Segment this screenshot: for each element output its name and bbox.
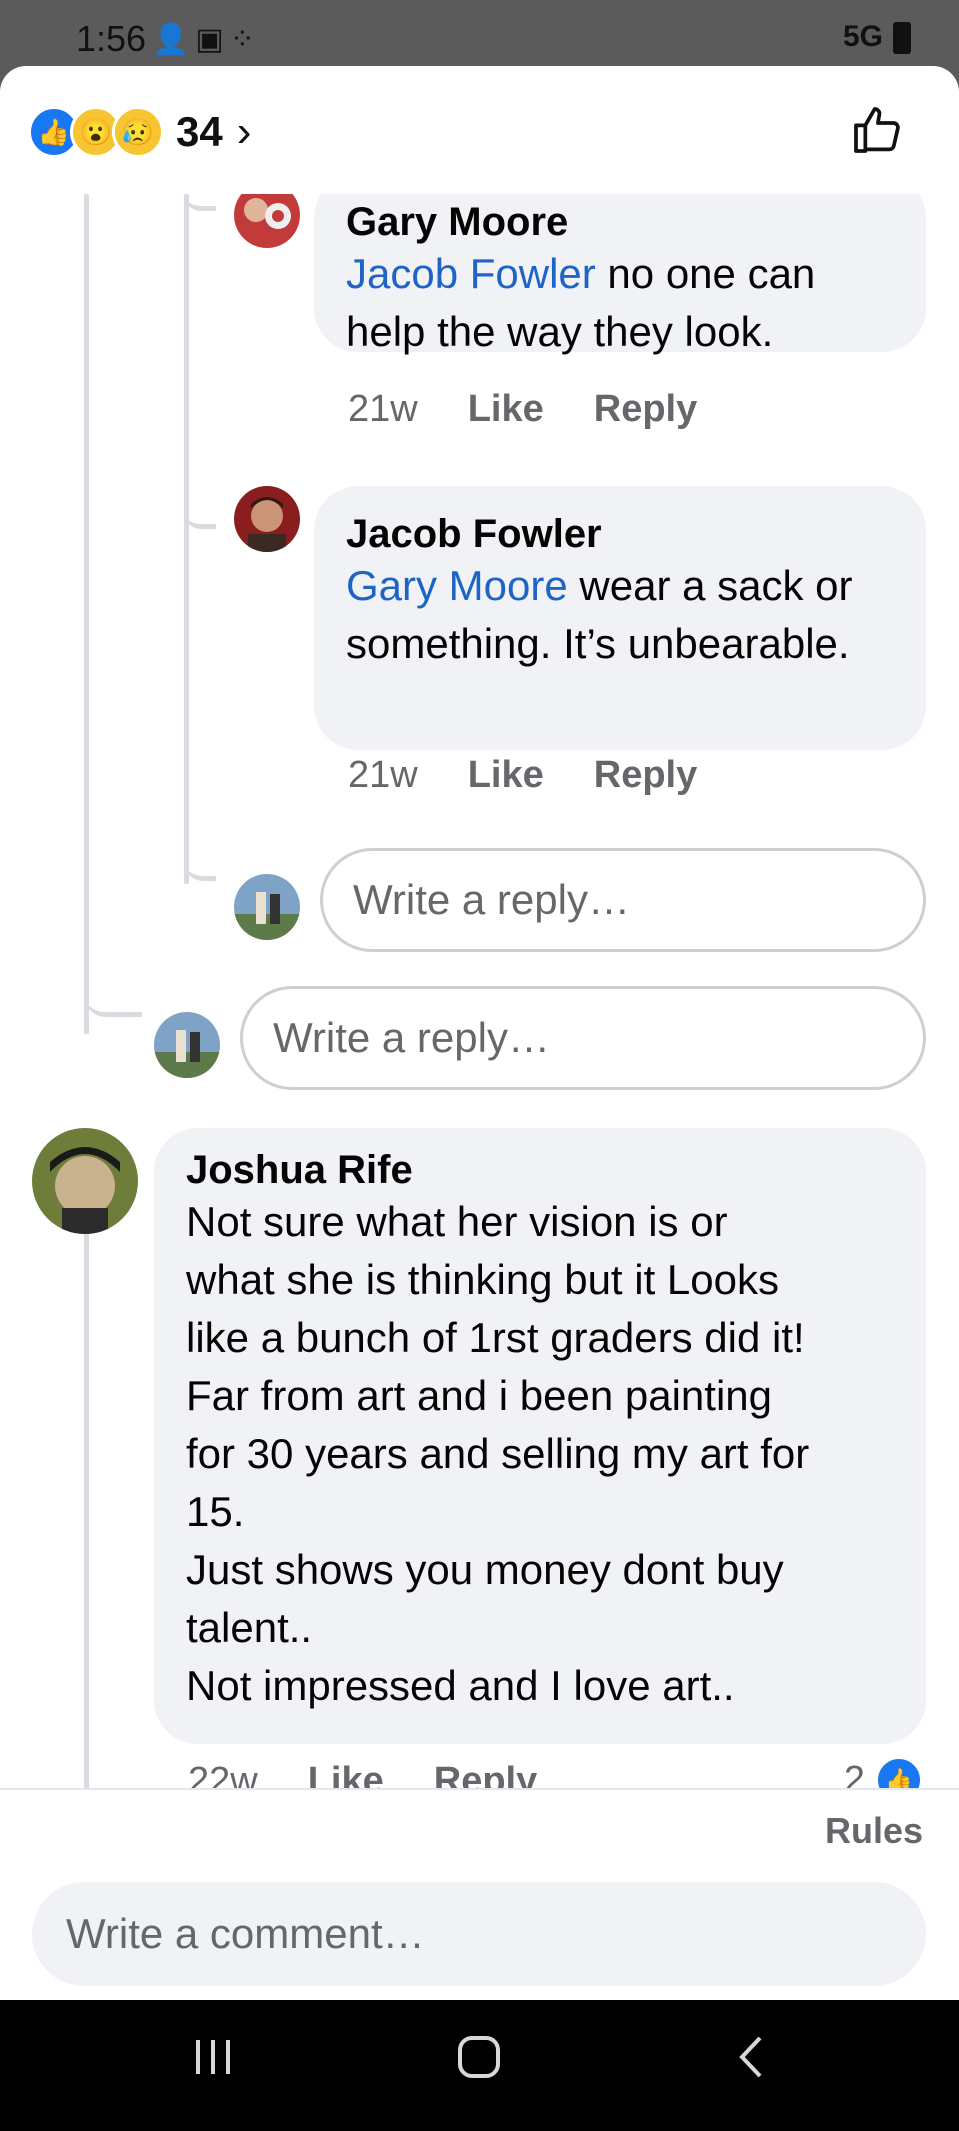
like-link[interactable]: Like	[468, 388, 544, 430]
thread-connector	[84, 964, 142, 1017]
like-button[interactable]	[849, 102, 905, 163]
dots-grid-icon: ⁘	[229, 23, 261, 56]
back-button[interactable]	[730, 2034, 776, 2085]
reactions-summary[interactable]: 👍 😮 😥 34 ›	[28, 106, 251, 158]
battery-icon	[893, 22, 911, 54]
avatar-image	[32, 1128, 138, 1234]
thread-line	[84, 194, 89, 1034]
thread-line-nested	[184, 194, 189, 884]
thumbs-up-icon	[854, 107, 900, 153]
divider	[0, 1788, 959, 1790]
home-icon	[458, 2036, 500, 2078]
notification-icons: 👤▣⁘	[152, 22, 261, 57]
comment-bubble[interactable]: Jacob Fowler Gary Moore wear a sack or s…	[314, 486, 926, 750]
comment-author[interactable]: Jacob Fowler	[346, 512, 894, 557]
comment-actions: 21w Like Reply	[348, 754, 747, 797]
person-add-icon: 👤	[152, 23, 196, 56]
comment-line: 15.	[186, 1488, 245, 1535]
like-link[interactable]: Like	[468, 754, 544, 796]
comment-text: Gary Moore wear a sack or something. It’…	[346, 557, 866, 673]
comment-actions: 21w Like Reply	[348, 388, 747, 431]
like-link[interactable]: Like	[308, 1760, 384, 1789]
sad-icon: 😥	[112, 106, 164, 158]
avatar-image	[154, 1012, 220, 1078]
avatar[interactable]	[234, 486, 300, 552]
avatar-image	[234, 874, 300, 940]
recent-apps-button[interactable]	[190, 2034, 236, 2085]
comments-sheet: 👍 😮 😥 34 › Gary Moore Jacob Fowler no on…	[0, 66, 959, 2000]
comment-bubble[interactable]: Joshua Rife Not sure what her vision is …	[154, 1128, 926, 1744]
back-icon	[739, 2036, 762, 2078]
comment-line: talent..	[186, 1604, 313, 1651]
comment-reactions[interactable]: 2 👍	[844, 1756, 923, 1789]
reply-link[interactable]: Reply	[434, 1760, 537, 1789]
avatar[interactable]	[234, 194, 300, 248]
comment-author[interactable]: Joshua Rife	[186, 1148, 894, 1193]
reactions-header: 👍 😮 😥 34 ›	[0, 66, 959, 194]
comment-line: for 30 years and selling my art for	[186, 1430, 810, 1477]
comment-author[interactable]: Gary Moore	[346, 200, 894, 245]
home-button[interactable]	[456, 2034, 502, 2085]
image-icon: ▣	[195, 23, 230, 56]
reply-input[interactable]: Write a reply…	[240, 986, 926, 1090]
avatar-image	[234, 194, 300, 248]
comment-text: Not sure what her vision is or what she …	[186, 1193, 894, 1715]
avatar-image	[234, 486, 300, 552]
comment-line: what she is thinking but it Looks	[186, 1256, 780, 1303]
comment-input[interactable]: Write a comment…	[32, 1882, 926, 1986]
mention-link[interactable]: Gary Moore	[346, 562, 568, 609]
mention-link[interactable]: Jacob Fowler	[346, 250, 596, 297]
comment-line: Not sure what her vision is or	[186, 1198, 728, 1245]
comment-bubble[interactable]: Gary Moore Jacob Fowler no one can help …	[314, 194, 926, 355]
comment-line: Far from art and i been painting	[186, 1372, 772, 1419]
reply-link[interactable]: Reply	[594, 754, 697, 796]
network-label: 5G	[842, 20, 883, 53]
comment-age[interactable]: 21w	[348, 754, 418, 796]
rules-link[interactable]: Rules	[825, 1810, 923, 1852]
comment-line: Just shows you money dont buy	[186, 1546, 784, 1593]
comment-age[interactable]: 22w	[188, 1760, 258, 1789]
status-time: 1:56	[76, 18, 147, 59]
chevron-right-icon: ›	[236, 107, 252, 156]
like-icon: 👍	[875, 1756, 923, 1789]
comment-age[interactable]: 21w	[348, 388, 418, 430]
recent-apps-icon	[196, 2040, 230, 2074]
comment-actions: 22w Like Reply	[188, 1760, 587, 1789]
comment-reaction-count: 2	[843, 1758, 865, 1790]
comment-line: Not impressed and I love art..	[186, 1662, 735, 1709]
reaction-count: 34	[176, 108, 223, 155]
comment-feed[interactable]: Gary Moore Jacob Fowler no one can help …	[0, 194, 959, 1789]
thread-line	[84, 1194, 89, 1789]
my-avatar	[154, 1012, 220, 1078]
my-avatar	[234, 874, 300, 940]
reply-link[interactable]: Reply	[594, 388, 697, 430]
reply-input[interactable]: Write a reply…	[320, 848, 926, 952]
avatar[interactable]	[32, 1128, 138, 1234]
comment-text: Jacob Fowler no one can help the way the…	[346, 245, 894, 361]
status-bar: 1:56 👤▣⁘ 5G	[0, 0, 959, 66]
comment-line: like a bunch of 1rst graders did it!	[186, 1314, 805, 1361]
system-nav-bar	[0, 2000, 959, 2131]
